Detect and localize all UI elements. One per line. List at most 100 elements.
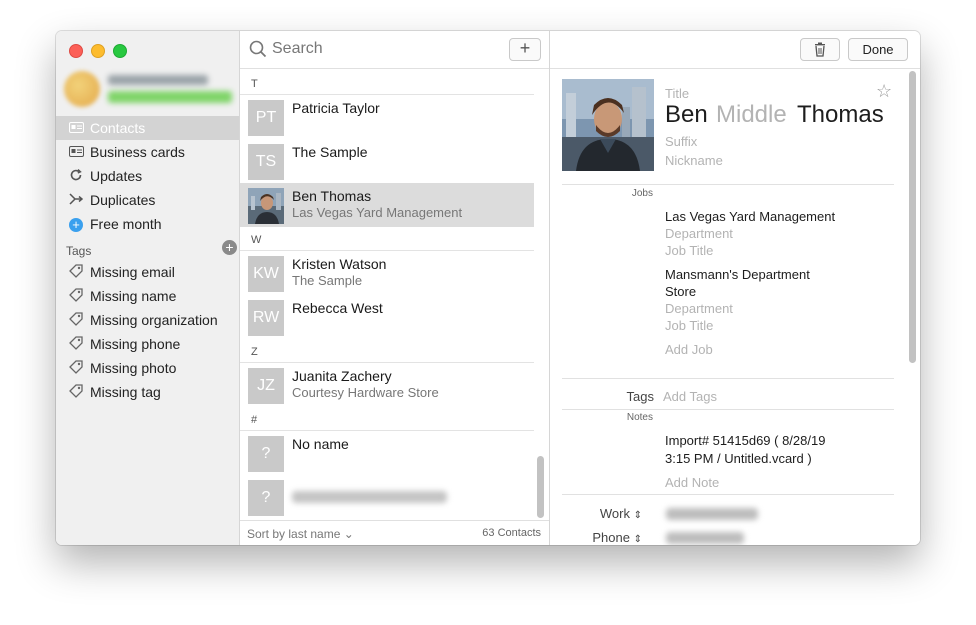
contact-name: Juanita Zachery bbox=[292, 368, 392, 384]
first-name-field[interactable]: Ben bbox=[665, 101, 708, 129]
contact-initials-avatar: TS bbox=[248, 144, 284, 180]
contact-row[interactable]: RW Rebecca West bbox=[240, 295, 534, 339]
last-name-field[interactable]: Thomas bbox=[797, 101, 884, 129]
chevron-down-icon: ⌄ bbox=[343, 527, 354, 541]
add-tags-field[interactable]: Add Tags bbox=[663, 389, 717, 404]
contact-row[interactable]: TS The Sample bbox=[240, 139, 534, 183]
sidebar-tag-missing-photo[interactable]: Missing photo bbox=[56, 356, 239, 380]
sidebar-tag-label: Missing phone bbox=[90, 336, 181, 352]
nickname-field[interactable]: Nickname bbox=[665, 153, 723, 168]
job-company[interactable]: Las Vegas Yard Management bbox=[665, 209, 835, 224]
note-text-line[interactable]: 3:15 PM / Untitled.vcard ) bbox=[665, 451, 812, 466]
search-icon bbox=[249, 40, 267, 58]
contact-row[interactable]: JZ Juanita Zachery Courtesy Hardware Sto… bbox=[240, 363, 534, 407]
contact-row[interactable]: ? bbox=[240, 475, 534, 519]
add-job-button[interactable]: Add Job bbox=[665, 342, 713, 357]
tag-icon bbox=[67, 359, 85, 377]
contact-company: Courtesy Hardware Store bbox=[292, 385, 439, 400]
search-bar[interactable]: Search + bbox=[240, 31, 549, 69]
contact-name: Kristen Watson bbox=[292, 256, 387, 272]
sidebar-item-duplicates[interactable]: Duplicates bbox=[56, 188, 239, 212]
minimize-window-button[interactable] bbox=[91, 44, 105, 58]
job-department-field[interactable]: Department bbox=[665, 226, 733, 241]
contact-row[interactable]: KW Kristen Watson The Sample bbox=[240, 251, 534, 295]
contact-row[interactable]: ? No name bbox=[240, 431, 534, 475]
contact-photo-avatar bbox=[248, 188, 284, 224]
contacts-window: Contacts Business cards Updates Duplicat… bbox=[56, 31, 920, 545]
contact-initials-avatar: ? bbox=[248, 436, 284, 472]
tag-icon bbox=[67, 335, 85, 353]
sidebar-tag-missing-organization[interactable]: Missing organization bbox=[56, 308, 239, 332]
contact-list-pane: Search + T PT Patricia Taylor TS The Sam… bbox=[240, 31, 550, 545]
account-status-redacted bbox=[108, 91, 232, 103]
sidebar-tag-missing-phone[interactable]: Missing phone bbox=[56, 332, 239, 356]
list-scrollbar[interactable] bbox=[537, 456, 544, 518]
favorite-star-icon[interactable]: ☆ bbox=[876, 81, 892, 102]
job-company[interactable]: Mansmann's Department bbox=[665, 267, 810, 282]
add-tag-button[interactable]: + bbox=[222, 240, 237, 255]
add-contact-button[interactable]: + bbox=[509, 38, 541, 61]
work-label-selector[interactable]: Work ⇕ bbox=[550, 506, 642, 521]
search-input[interactable]: Search bbox=[272, 40, 323, 58]
contact-name: Ben Thomas bbox=[292, 188, 372, 204]
contact-company: The Sample bbox=[292, 273, 363, 288]
contact-name: No name bbox=[292, 436, 349, 452]
sidebar-item-free-month[interactable]: + Free month bbox=[56, 212, 239, 236]
sidebar-tag-missing-email[interactable]: Missing email bbox=[56, 260, 239, 284]
sidebar-item-updates[interactable]: Updates bbox=[56, 164, 239, 188]
updown-chevron-icon: ⇕ bbox=[633, 534, 642, 545]
contact-initials-avatar: ? bbox=[248, 480, 284, 516]
sidebar-item-contacts[interactable]: Contacts bbox=[56, 116, 239, 140]
middle-name-field[interactable]: Middle bbox=[716, 101, 787, 129]
contacts-card-icon bbox=[67, 121, 85, 136]
job-title-field[interactable]: Job Title bbox=[665, 243, 713, 258]
contact-name: The Sample bbox=[292, 144, 368, 160]
contact-company: Las Vegas Yard Management bbox=[292, 205, 463, 220]
sidebar-tag-label: Missing name bbox=[90, 288, 177, 304]
contact-row[interactable]: PT Patricia Taylor bbox=[240, 95, 534, 139]
note-text-line[interactable]: Import# 51415d69 ( 8/28/19 bbox=[665, 433, 825, 448]
contact-initials-avatar: KW bbox=[248, 256, 284, 292]
account-profile[interactable] bbox=[64, 69, 234, 111]
sort-dropdown[interactable]: Sort by last name ⌄ bbox=[247, 527, 354, 541]
job-title-field[interactable]: Job Title bbox=[665, 318, 713, 333]
sidebar-tag-missing-tag[interactable]: Missing tag bbox=[56, 380, 239, 404]
tag-icon bbox=[67, 287, 85, 305]
contact-photo[interactable] bbox=[562, 79, 654, 171]
work-phone-redacted[interactable] bbox=[666, 508, 758, 520]
section-header-hash: # bbox=[240, 410, 534, 431]
contact-initials-avatar: PT bbox=[248, 100, 284, 136]
zoom-window-button[interactable] bbox=[113, 44, 127, 58]
close-window-button[interactable] bbox=[69, 44, 83, 58]
job-department-field[interactable]: Department bbox=[665, 301, 733, 316]
sidebar: Contacts Business cards Updates Duplicat… bbox=[56, 31, 240, 545]
job-company-continued[interactable]: Store bbox=[665, 284, 696, 299]
divider bbox=[562, 494, 894, 495]
contact-name: Rebecca West bbox=[292, 300, 383, 316]
section-header-w: W bbox=[240, 230, 534, 251]
phone-number-redacted[interactable] bbox=[666, 532, 744, 544]
contact-detail-pane: Done Title ☆ Ben Middle Thomas Suffix Ni… bbox=[550, 31, 920, 545]
phone-label-selector[interactable]: Phone ⇕ bbox=[550, 530, 642, 545]
sidebar-tag-label: Missing photo bbox=[90, 360, 177, 376]
detail-scrollbar[interactable] bbox=[909, 71, 916, 363]
sidebar-item-business-cards[interactable]: Business cards bbox=[56, 140, 239, 164]
refresh-icon bbox=[67, 168, 85, 185]
account-avatar bbox=[64, 71, 100, 107]
notes-label: Notes bbox=[626, 412, 653, 423]
updown-chevron-icon: ⇕ bbox=[633, 510, 642, 521]
suffix-field[interactable]: Suffix bbox=[665, 134, 697, 149]
done-button[interactable]: Done bbox=[848, 38, 908, 61]
delete-contact-button[interactable] bbox=[800, 38, 840, 61]
title-field[interactable]: Title bbox=[665, 86, 689, 101]
tag-icon bbox=[67, 311, 85, 329]
list-footer: Sort by last name ⌄ 63 Contacts bbox=[240, 520, 549, 545]
sidebar-item-label: Business cards bbox=[90, 144, 185, 160]
sidebar-tag-missing-name[interactable]: Missing name bbox=[56, 284, 239, 308]
contact-row-selected[interactable]: Ben Thomas Las Vegas Yard Management bbox=[240, 183, 534, 227]
section-header-t: T bbox=[240, 74, 534, 95]
add-note-button[interactable]: Add Note bbox=[665, 475, 719, 490]
divider bbox=[562, 184, 894, 185]
sidebar-item-label: Updates bbox=[90, 168, 143, 184]
detail-toolbar: Done bbox=[550, 31, 920, 69]
